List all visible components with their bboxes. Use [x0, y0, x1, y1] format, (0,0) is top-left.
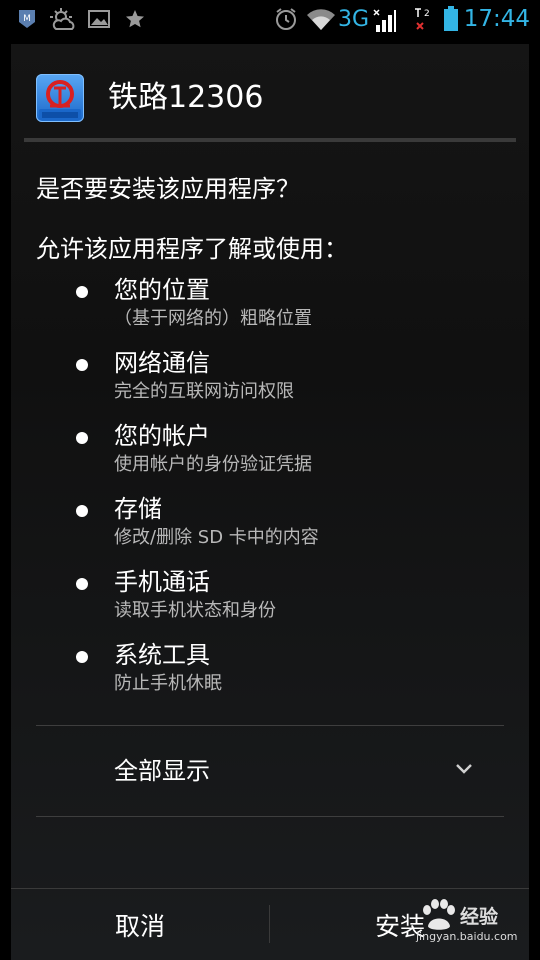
bullet-icon	[76, 578, 88, 590]
star-icon	[124, 6, 146, 32]
bullet-icon	[76, 651, 88, 663]
app-m-icon: M	[16, 6, 38, 32]
network-type: 3G	[338, 6, 370, 32]
svg-text:2: 2	[424, 9, 430, 19]
battery-icon	[442, 6, 460, 32]
bullet-icon	[76, 505, 88, 517]
button-separator	[269, 905, 270, 943]
bullet-icon	[76, 432, 88, 444]
show-all-row[interactable]: 全部显示	[36, 726, 504, 816]
title-divider	[24, 138, 516, 142]
install-question: 是否要安装该应用程序？	[36, 175, 300, 203]
permission-desc: 修改/删除 SD 卡中的内容	[114, 527, 319, 548]
weather-icon	[50, 6, 76, 32]
gallery-icon	[88, 6, 110, 32]
permission-title: 您的位置	[114, 276, 210, 304]
permission-title: 存储	[114, 495, 162, 523]
alarm-icon	[273, 6, 299, 32]
permission-desc: 读取手机状态和身份	[114, 600, 276, 621]
show-all-label: 全部显示	[114, 757, 210, 785]
wifi-icon	[306, 6, 336, 32]
bullet-icon	[76, 286, 88, 298]
permission-title: 网络通信	[114, 349, 210, 377]
permission-desc: 完全的互联网访问权限	[114, 381, 294, 402]
permission-item: 系统工具 防止手机休眠	[11, 636, 529, 709]
permission-item: 您的位置 （基于网络的）粗略位置	[11, 271, 529, 344]
app-name: 铁路12306	[108, 80, 264, 115]
permissions-heading: 允许该应用程序了解或使用：	[36, 235, 348, 263]
permission-title: 系统工具	[114, 641, 210, 669]
bullet-icon	[76, 359, 88, 371]
paw-logo-icon	[423, 899, 455, 930]
permission-title: 您的帐户	[114, 422, 210, 450]
permission-item: 网络通信 完全的互联网访问权限	[11, 344, 529, 417]
permission-item: 手机通话 读取手机状态和身份	[11, 563, 529, 636]
divider	[36, 816, 504, 817]
status-bar: M 3G 2 17:44	[0, 0, 540, 38]
permission-item: 存储 修改/删除 SD 卡中的内容	[11, 490, 529, 563]
signal-icon	[372, 6, 396, 32]
sim2-signal-icon: 2	[412, 6, 434, 32]
permission-desc: 防止手机休眠	[114, 673, 222, 694]
dialog-header: 铁路12306	[11, 44, 529, 138]
watermark: 经验 jingyan.baidu.com	[416, 898, 528, 950]
watermark-url: jingyan.baidu.com	[416, 930, 518, 943]
permission-desc: （基于网络的）粗略位置	[114, 308, 312, 329]
permission-item: 您的帐户 使用帐户的身份验证凭据	[11, 417, 529, 490]
watermark-brand: 经验	[460, 906, 499, 928]
clock: 17:44	[463, 6, 530, 32]
app-icon	[36, 74, 84, 122]
svg-text:M: M	[23, 14, 31, 24]
permission-desc: 使用帐户的身份验证凭据	[114, 454, 312, 475]
install-dialog: 铁路12306 是否要安装该应用程序？ 允许该应用程序了解或使用： 您的位置 （…	[11, 44, 529, 960]
cancel-button[interactable]: 取消	[11, 889, 269, 960]
chevron-down-icon	[456, 764, 472, 774]
permission-title: 手机通话	[114, 568, 210, 596]
